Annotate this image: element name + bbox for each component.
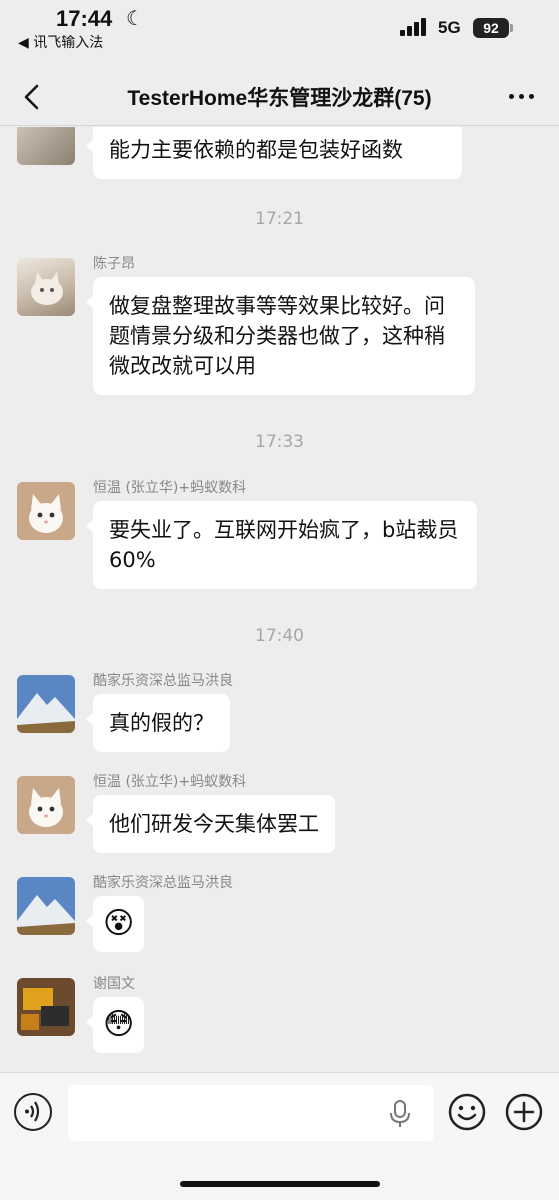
sender-name: 酷家乐资深总监马洪良 bbox=[93, 673, 233, 689]
message-text: 能力主要依赖的都是包装好函数 bbox=[109, 138, 403, 162]
avatar[interactable] bbox=[17, 877, 75, 935]
message-input[interactable] bbox=[68, 1085, 434, 1141]
avatar[interactable] bbox=[17, 127, 75, 165]
message-list[interactable]: 能力主要依赖的都是包装好函数 17:21 陈子昂 做复盘整理故事等等效果比较好。… bbox=[0, 127, 559, 1072]
message-bubble[interactable]: 真的假的？ bbox=[86, 694, 230, 752]
sender-name: 酷家乐资深总监马洪良 bbox=[93, 875, 233, 891]
emoji-icon[interactable] bbox=[448, 1093, 486, 1131]
message-bubble[interactable]: 他们研发今天集体罢工 bbox=[86, 795, 335, 853]
chat-title: TesterHome华东管理沙龙群(75) bbox=[127, 87, 432, 110]
voice-icon[interactable] bbox=[14, 1093, 52, 1131]
status-bar: 17:44 ☾ ◀ 讯飞输入法 5G 92 bbox=[0, 0, 559, 60]
mic-icon[interactable] bbox=[388, 1099, 412, 1129]
message-text: 要失业了。互联网开始疯了，b站裁员 60% bbox=[109, 518, 459, 572]
sender-name: 谢国文 bbox=[93, 976, 135, 992]
message-bubble[interactable]: 😳 bbox=[85, 997, 145, 1053]
timestamp: 17:33 bbox=[255, 432, 304, 452]
more-dots-icon[interactable] bbox=[507, 84, 537, 108]
message-bubble[interactable]: 😵 bbox=[85, 896, 145, 952]
moon-icon: ☾ bbox=[126, 6, 144, 30]
message-text: 真的假的？ bbox=[109, 711, 214, 735]
timestamp: 17:40 bbox=[255, 626, 304, 646]
input-bar bbox=[0, 1072, 559, 1200]
message-bubble[interactable]: 要失业了。互联网开始疯了，b站裁员 60% bbox=[86, 501, 477, 589]
message-text: 他们研发今天集体罢工 bbox=[109, 812, 319, 836]
avatar[interactable] bbox=[17, 482, 75, 540]
avatar[interactable] bbox=[17, 258, 75, 316]
desk-avatar-image bbox=[17, 978, 75, 1036]
timestamp: 17:21 bbox=[255, 209, 304, 229]
sender-name: 恒温 (张立华)+蚂蚁数科 bbox=[93, 480, 247, 496]
message-text: 做复盘整理故事等等效果比较好。问题情景分级和分类器也做了，这种稍微改改就可以用 bbox=[109, 294, 445, 378]
mountain-avatar-image bbox=[17, 675, 75, 733]
avatar[interactable] bbox=[17, 776, 75, 834]
message-bubble[interactable]: 做复盘整理故事等等效果比较好。问题情景分级和分类器也做了，这种稍微改改就可以用 bbox=[86, 277, 475, 395]
signal-icon bbox=[400, 16, 430, 36]
home-indicator[interactable] bbox=[180, 1181, 380, 1187]
flushed-face-emoji: 😳 bbox=[103, 1007, 135, 1042]
message-bubble[interactable]: 能力主要依赖的都是包装好函数 bbox=[86, 127, 462, 179]
status-time: 17:44 bbox=[56, 6, 113, 31]
avatar[interactable] bbox=[17, 978, 75, 1036]
network-type: 5G bbox=[438, 18, 461, 37]
chat-header: TesterHome华东管理沙龙群(75) bbox=[0, 70, 559, 126]
cat-avatar-image bbox=[31, 272, 63, 305]
plus-icon[interactable] bbox=[505, 1093, 543, 1131]
cat-avatar-image bbox=[17, 482, 75, 540]
avatar[interactable] bbox=[17, 675, 75, 733]
cat-avatar-image bbox=[17, 776, 75, 834]
back-to-app-link[interactable]: ◀ 讯飞输入法 bbox=[18, 32, 103, 52]
sender-name: 陈子昂 bbox=[93, 256, 135, 272]
dizzy-face-emoji: 😵 bbox=[103, 906, 135, 941]
battery-icon: 92 bbox=[473, 18, 513, 38]
sender-name: 恒温 (张立华)+蚂蚁数科 bbox=[93, 774, 247, 790]
mountain-avatar-image bbox=[17, 877, 75, 935]
